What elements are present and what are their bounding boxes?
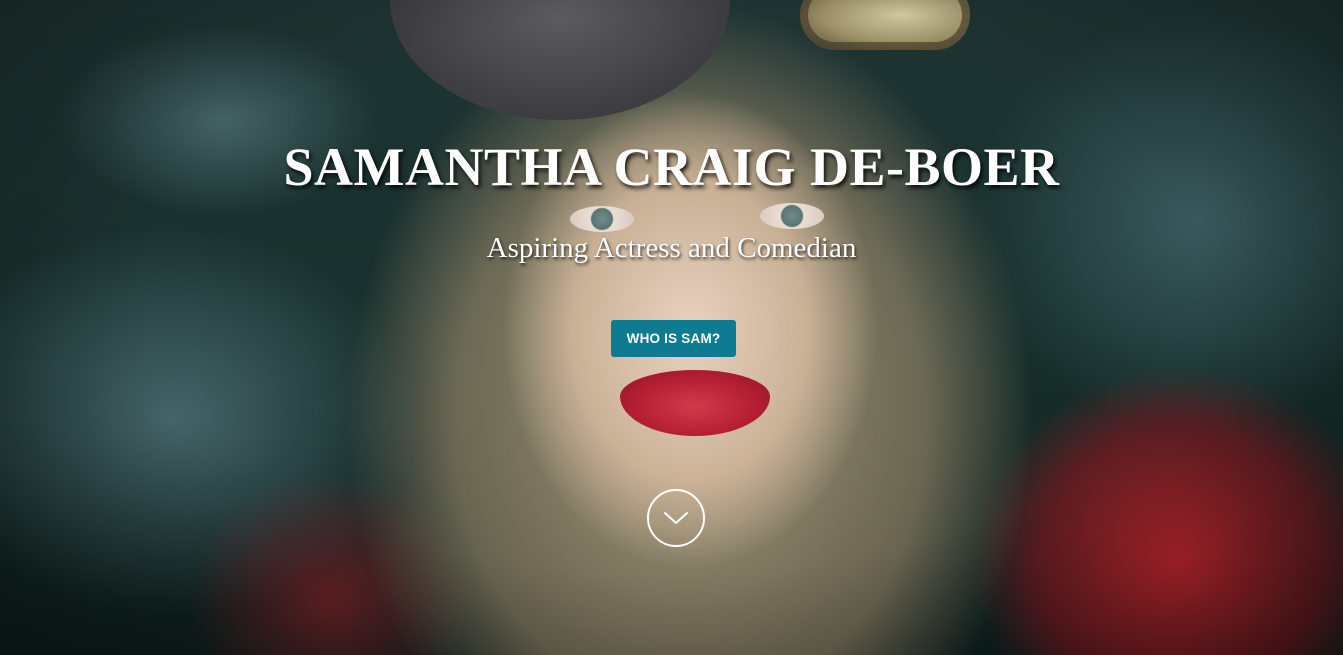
hero-title: SAMANTHA CRAIG DE-BOER <box>283 137 1060 197</box>
chevron-down-icon <box>664 512 688 524</box>
hero-subtitle: Aspiring Actress and Comedian <box>486 232 857 264</box>
scroll-down-button[interactable] <box>647 489 705 547</box>
hero-content: SAMANTHA CRAIG DE-BOER Aspiring Actress … <box>0 0 1343 655</box>
hero-section: SAMANTHA CRAIG DE-BOER Aspiring Actress … <box>0 0 1343 655</box>
who-is-sam-button[interactable]: WHO IS SAM? <box>611 320 736 357</box>
